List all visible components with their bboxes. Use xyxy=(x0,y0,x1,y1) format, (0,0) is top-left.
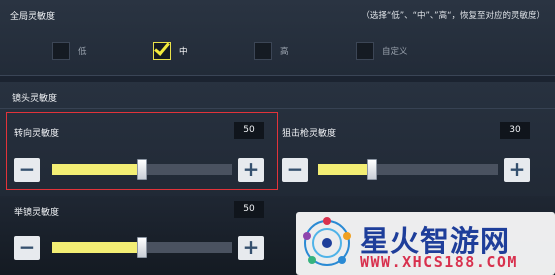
option-medium[interactable]: 中 xyxy=(153,39,188,60)
scope-minus-button[interactable]: − xyxy=(14,236,40,260)
scope-slider-fill xyxy=(52,242,142,253)
global-sensitivity-hint: （选择“低”、“中”、”高“，恢复至对应的灵敏度） xyxy=(361,11,545,21)
option-high-label: 高 xyxy=(280,47,289,57)
option-medium-label: 中 xyxy=(179,47,188,57)
watermark-banner: 星火智游网 WWW.XHCS188.COM xyxy=(296,212,555,275)
checkbox-low[interactable] xyxy=(52,42,70,60)
scope-slider-handle[interactable] xyxy=(137,237,147,258)
sniper-sensitivity-slider[interactable] xyxy=(318,159,498,180)
option-low[interactable]: 低 xyxy=(52,42,87,60)
checkbox-high[interactable] xyxy=(254,42,272,60)
check-icon xyxy=(154,39,170,56)
scope-sensitivity-label: 举镜灵敏度 xyxy=(14,208,60,218)
option-low-label: 低 xyxy=(78,47,87,57)
option-custom[interactable]: 自定义 xyxy=(356,42,408,60)
scope-sensitivity-slider[interactable] xyxy=(52,237,232,258)
sniper-sensitivity-label: 狙击枪灵敏度 xyxy=(282,129,337,139)
watermark-url: WWW.XHCS188.COM xyxy=(360,253,518,271)
section-divider xyxy=(0,108,555,109)
checkbox-medium[interactable] xyxy=(153,39,171,60)
global-sensitivity-title: 全局灵敏度 xyxy=(10,12,56,22)
sniper-plus-button[interactable]: + xyxy=(504,158,530,182)
highlight-frame xyxy=(6,112,278,190)
lens-sensitivity-title: 镜头灵敏度 xyxy=(12,94,58,104)
sniper-sensitivity-value: 30 xyxy=(500,122,530,139)
sniper-minus-button[interactable]: − xyxy=(282,158,308,182)
checkbox-custom[interactable] xyxy=(356,42,374,60)
option-high[interactable]: 高 xyxy=(254,42,289,60)
sniper-slider-handle[interactable] xyxy=(367,159,377,180)
watermark-logo-icon xyxy=(303,217,351,266)
sniper-slider-fill xyxy=(318,164,372,175)
scope-sensitivity-value: 50 xyxy=(234,201,264,218)
scope-plus-button[interactable]: + xyxy=(238,236,264,260)
option-custom-label: 自定义 xyxy=(382,47,408,57)
